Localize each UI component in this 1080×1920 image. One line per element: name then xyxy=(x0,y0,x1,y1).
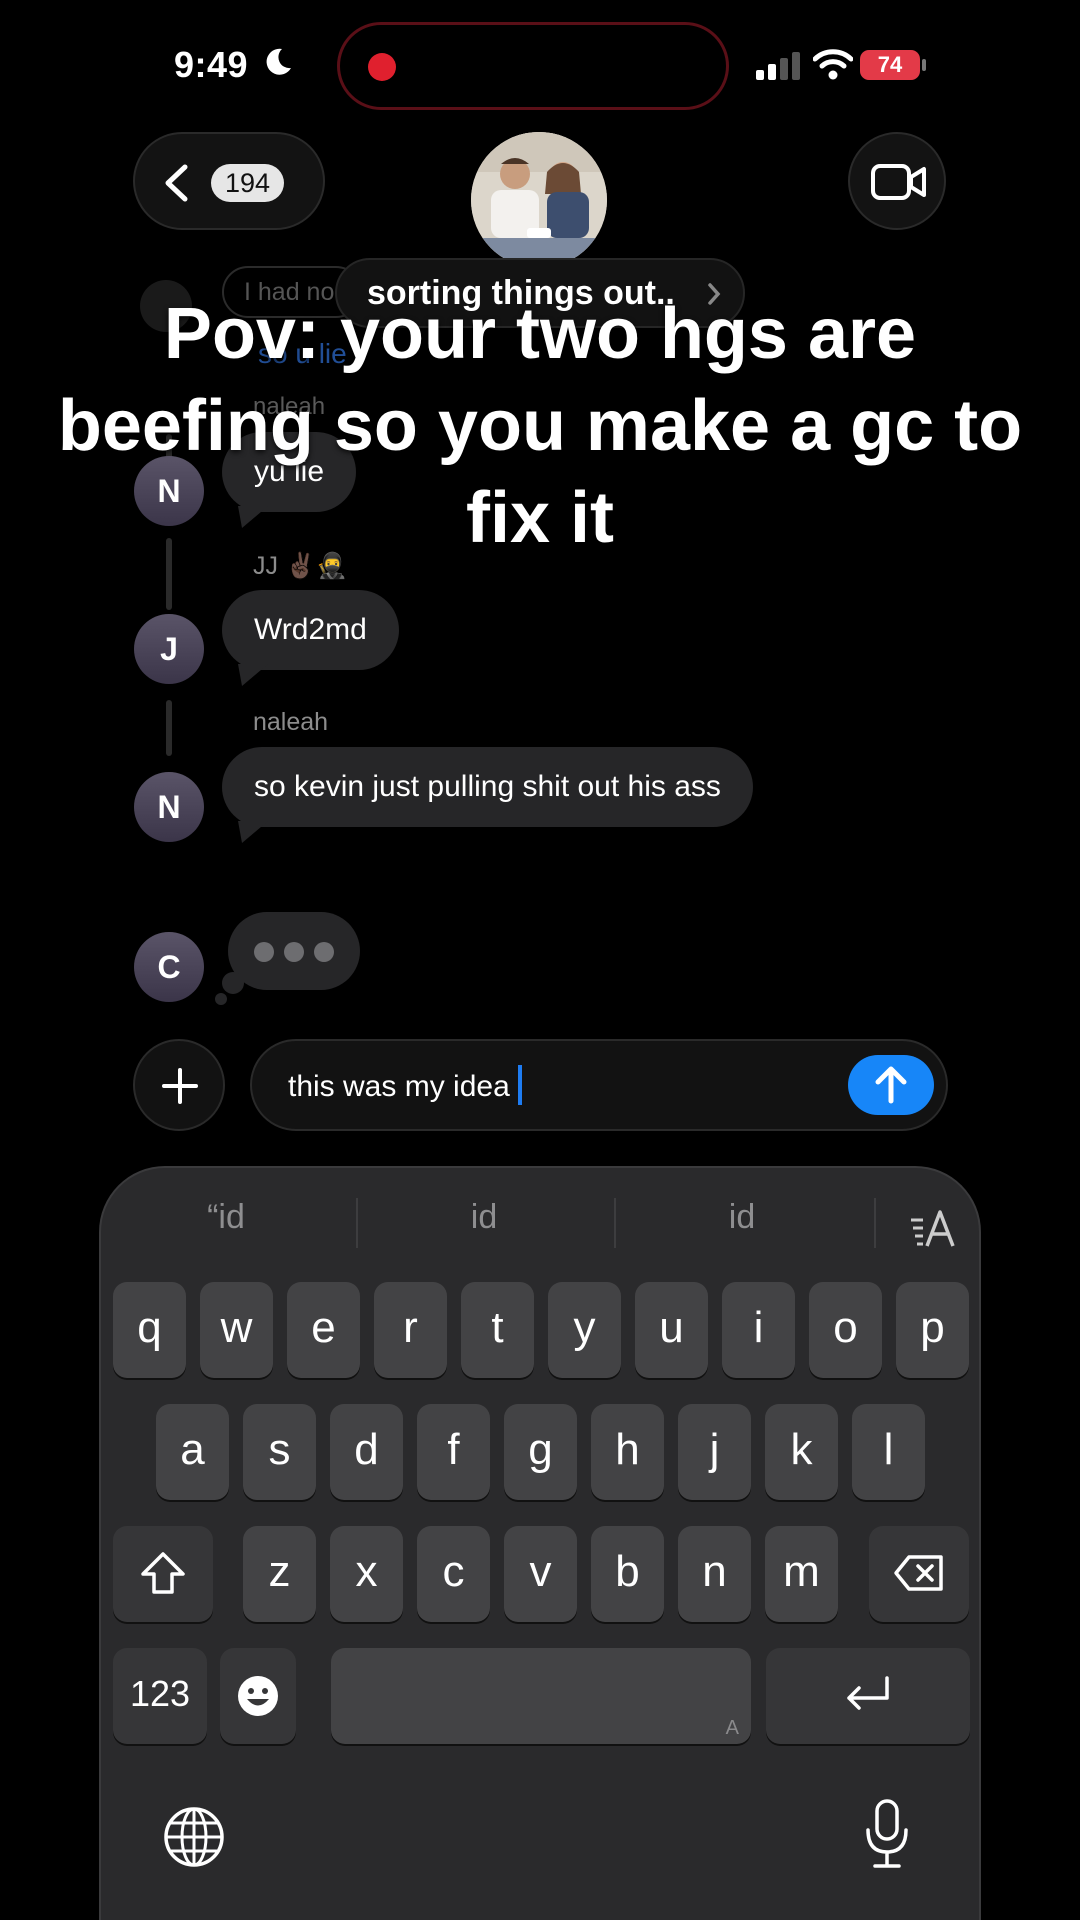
key-w[interactable]: w xyxy=(200,1282,273,1378)
key-q[interactable]: q xyxy=(113,1282,186,1378)
unread-count-badge: 194 xyxy=(211,164,285,202)
key-h[interactable]: h xyxy=(591,1404,664,1500)
key-x[interactable]: x xyxy=(330,1526,403,1622)
video-call-button[interactable] xyxy=(848,132,946,230)
group-avatar[interactable] xyxy=(471,132,607,268)
key-u[interactable]: u xyxy=(635,1282,708,1378)
typing-indicator xyxy=(228,912,360,990)
key-a[interactable]: a xyxy=(156,1404,229,1500)
keyboard: “id id id q w e r t y u i o p a s d f g … xyxy=(99,1166,981,1920)
key-r[interactable]: r xyxy=(374,1282,447,1378)
key-g[interactable]: g xyxy=(504,1404,577,1500)
globe-icon[interactable] xyxy=(163,1806,225,1868)
key-o[interactable]: o xyxy=(809,1282,882,1378)
typing-dot xyxy=(314,942,334,962)
battery-indicator: 74 xyxy=(860,50,920,80)
message-bubble[interactable]: so kevin just pulling shit out his ass xyxy=(222,747,753,827)
video-caption-overlay: Pov: your two hgs are beefing so you mak… xyxy=(57,294,1023,558)
key-f[interactable]: f xyxy=(417,1404,490,1500)
key-s[interactable]: s xyxy=(243,1404,316,1500)
typing-tail xyxy=(215,993,227,1005)
key-y[interactable]: y xyxy=(548,1282,621,1378)
return-icon xyxy=(847,1676,889,1710)
key-l[interactable]: l xyxy=(852,1404,925,1500)
contact-avatar[interactable]: J xyxy=(134,614,204,684)
numbers-key[interactable]: 123 xyxy=(113,1648,207,1744)
contact-avatar[interactable]: C xyxy=(134,932,204,1002)
space-bar[interactable]: A xyxy=(331,1648,751,1744)
message-input[interactable]: this was my idea xyxy=(250,1039,948,1131)
wifi-icon xyxy=(813,49,853,80)
key-b[interactable]: b xyxy=(591,1526,664,1622)
typing-dot xyxy=(284,942,304,962)
key-m[interactable]: m xyxy=(765,1526,838,1622)
suggestion-divider xyxy=(356,1198,358,1248)
suggestion-divider xyxy=(874,1198,876,1248)
suggestion[interactable]: id xyxy=(617,1198,867,1237)
recording-dot-icon xyxy=(368,53,396,81)
emoji-key[interactable] xyxy=(220,1648,296,1744)
bubble-tail xyxy=(238,821,268,843)
chevron-left-icon xyxy=(165,164,188,202)
dynamic-island-recording[interactable] xyxy=(337,22,729,110)
backspace-icon xyxy=(894,1555,943,1591)
key-e[interactable]: e xyxy=(287,1282,360,1378)
microphone-icon[interactable] xyxy=(863,1798,911,1870)
status-time: 9:49 xyxy=(174,44,249,85)
text-caret xyxy=(517,1065,522,1105)
message-input-text[interactable]: this was my idea xyxy=(288,1070,510,1103)
typing-dot xyxy=(254,942,274,962)
arrow-up-icon xyxy=(875,1066,907,1104)
group-photo-image xyxy=(471,132,607,268)
key-v[interactable]: v xyxy=(504,1526,577,1622)
reply-thread-line xyxy=(166,700,172,756)
key-j[interactable]: j xyxy=(678,1404,751,1500)
suggestion[interactable]: id xyxy=(359,1198,609,1237)
apps-plus-button[interactable] xyxy=(133,1039,225,1131)
key-z[interactable]: z xyxy=(243,1526,316,1622)
sender-name: naleah xyxy=(253,708,329,736)
delete-key[interactable] xyxy=(869,1526,969,1622)
video-camera-icon xyxy=(871,164,926,200)
plus-icon xyxy=(162,1068,198,1104)
key-d[interactable]: d xyxy=(330,1404,403,1500)
message-bubble[interactable]: Wrd2md xyxy=(222,590,399,670)
suggestion-divider xyxy=(614,1198,616,1248)
suggestion[interactable]: “id xyxy=(101,1198,351,1237)
bubble-tail xyxy=(238,664,268,686)
key-c[interactable]: c xyxy=(417,1526,490,1622)
contact-avatar[interactable]: N xyxy=(134,772,204,842)
return-key[interactable] xyxy=(766,1648,970,1744)
key-k[interactable]: k xyxy=(765,1404,838,1500)
battery-cap xyxy=(922,59,926,71)
key-p[interactable]: p xyxy=(896,1282,969,1378)
send-button[interactable] xyxy=(848,1055,934,1115)
shift-key[interactable] xyxy=(113,1526,213,1622)
key-t[interactable]: t xyxy=(461,1282,534,1378)
cellular-signal-icon xyxy=(756,52,800,80)
emoji-icon xyxy=(238,1676,278,1716)
key-i[interactable]: i xyxy=(722,1282,795,1378)
focus-moon-icon xyxy=(266,48,291,75)
back-button[interactable]: 194 xyxy=(133,132,325,230)
text-format-icon[interactable] xyxy=(909,1208,955,1248)
key-n[interactable]: n xyxy=(678,1526,751,1622)
space-bar-hint: A xyxy=(725,1717,739,1739)
typing-tail xyxy=(222,972,244,994)
shift-icon xyxy=(141,1552,185,1594)
